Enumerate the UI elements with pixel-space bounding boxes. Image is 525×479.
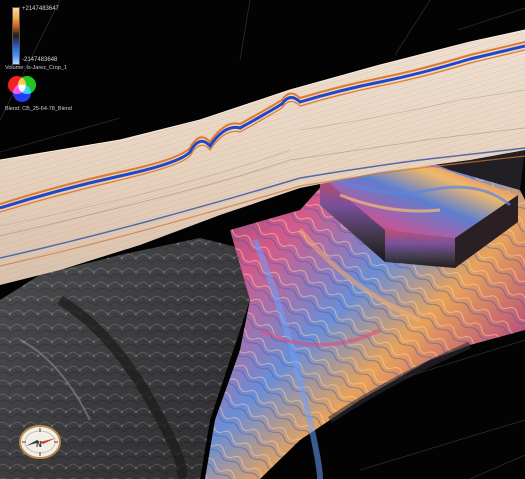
legend-panel: +2147483647 -2147483648 Volume: Is-Jarez… <box>0 0 160 130</box>
compass-north-label: N <box>36 440 42 449</box>
blend-label: Blend: CB_25-64-78_Blend <box>5 106 72 112</box>
amplitude-colorbar <box>12 7 20 65</box>
rgb-blend-icon <box>8 76 36 102</box>
compass-icon[interactable]: N <box>16 416 64 464</box>
volume-label: Volume: Is-Jarez_Crop_1 <box>5 65 68 71</box>
colorbar-min-label: -2147483648 <box>22 57 58 63</box>
colorbar-max-label: +2147483647 <box>22 6 59 12</box>
3d-viewport[interactable]: +2147483647 -2147483648 Volume: Is-Jarez… <box>0 0 525 479</box>
